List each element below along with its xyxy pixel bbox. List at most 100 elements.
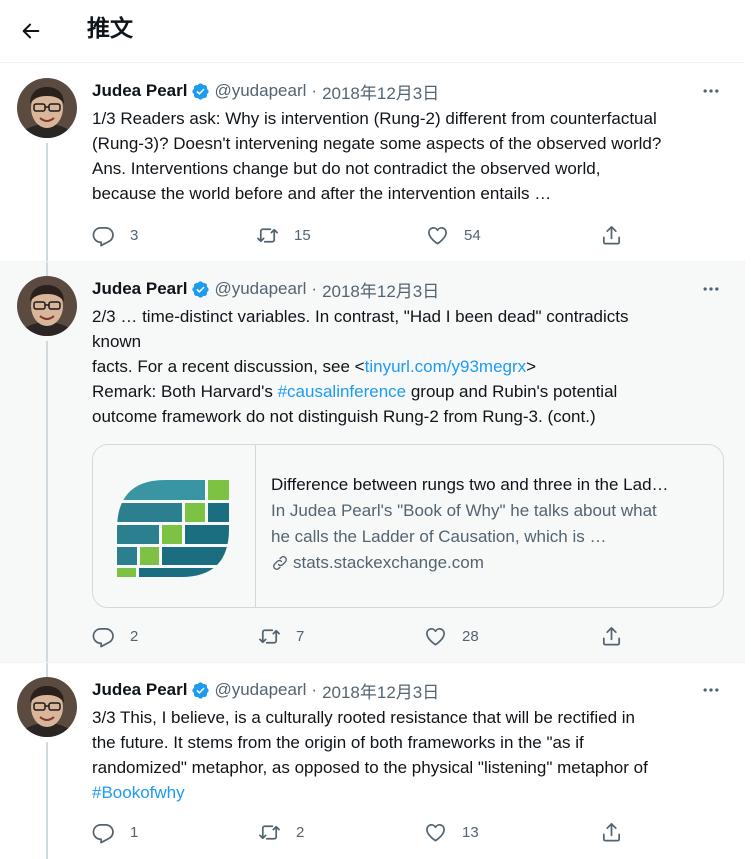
tweet-header: Judea Pearl @yudapearl · 2018年12月3日 [92,678,723,702]
retweet-count: 15 [294,226,311,244]
share-icon [600,224,623,247]
avatar[interactable] [17,276,77,336]
author-name[interactable]: Judea Pearl [92,279,187,299]
back-button[interactable] [14,14,48,48]
author-handle[interactable]: @yudapearl [214,680,306,700]
tweet-actions: 1 2 13 [92,820,715,844]
tweet-date[interactable]: 2018年12月3日 [322,277,439,302]
thread-line [46,262,48,276]
retweet-button[interactable]: 7 [258,624,304,648]
card-title: Difference between rungs two and three i… [271,475,669,494]
reply-icon [92,625,115,648]
retweet-button[interactable]: 2 [258,820,304,844]
author-name[interactable]: Judea Pearl [92,81,187,101]
card-description: he calls the Ladder of Causation, which … [271,527,607,546]
heart-icon [424,821,447,844]
share-button[interactable] [600,223,623,247]
card-domain-text: stats.stackexchange.com [293,553,484,572]
card-domain: stats.stackexchange.com [271,550,709,576]
reply-button[interactable]: 1 [92,820,138,844]
tweet-2[interactable]: Judea Pearl @yudapearl · 2018年12月3日 2/3 … [0,261,745,663]
heart-icon [424,625,447,648]
tweet-text-line: facts. For a recent discussion, see <tin… [92,357,537,376]
separator-dot: · [311,680,318,699]
reply-count: 1 [130,823,139,841]
separator-dot: · [311,81,318,100]
thread-line [46,341,48,663]
tweet-text-line: the future. It stems from the origin of … [92,733,584,752]
tweet-text: 2/3 … time-distinct variables. In contra… [92,304,723,429]
author-handle[interactable]: @yudapearl [214,279,306,299]
reply-icon [92,821,115,844]
link-icon [271,554,289,572]
share-button[interactable] [600,820,623,844]
tweet-text-line: because the world before and after the i… [92,184,552,203]
author-handle[interactable]: @yudapearl [214,81,306,101]
more-dots-icon [701,681,721,699]
retweet-icon [258,821,281,844]
tweet-text-line: 1/3 Readers ask: Why is intervention (Ru… [92,109,657,128]
share-icon [600,821,623,844]
tweet-text: 1/3 Readers ask: Why is intervention (Ru… [92,106,723,206]
hashtag-link[interactable]: #causalinference [278,382,407,401]
verified-badge-icon [191,82,210,101]
like-button[interactable]: 54 [426,223,481,247]
hashtag-link[interactable]: #Bookofwhy [92,783,185,802]
retweet-count: 2 [296,823,305,841]
tweet-text-line: Remark: Both Harvard's #causalinference … [92,382,618,401]
like-button[interactable]: 13 [424,820,479,844]
avatar[interactable] [17,78,77,138]
like-count: 13 [462,823,479,841]
tweet-text-line: known [92,332,142,351]
tweet-text: 3/3 This, I believe, is a culturally roo… [92,705,723,805]
tweet-text-line: Ans. Interventions change but do not con… [92,159,601,178]
reply-count: 3 [130,226,139,244]
reply-count: 2 [130,627,139,645]
like-count: 54 [464,226,481,244]
verified-badge-icon [191,280,210,299]
author-name[interactable]: Judea Pearl [92,680,187,700]
more-dots-icon [701,82,721,100]
more-button[interactable] [699,81,723,101]
share-button[interactable] [600,624,623,648]
separator-dot: · [311,279,318,298]
link-preview-card[interactable]: Difference between rungs two and three i… [92,444,724,608]
more-dots-icon [701,280,721,298]
card-body: Difference between rungs two and three i… [271,472,709,576]
tweet-text-line: 3/3 This, I believe, is a culturally roo… [92,708,636,727]
more-button[interactable] [699,680,723,700]
retweet-button[interactable]: 15 [256,223,311,247]
arrow-left-icon [22,23,40,39]
tweet-actions: 3 15 54 [92,223,715,247]
thread-line [46,143,48,262]
reply-icon [92,224,115,247]
reply-button[interactable]: 3 [92,223,138,247]
tweet-header: Judea Pearl @yudapearl · 2018年12月3日 [92,277,723,301]
retweet-icon [258,625,281,648]
heart-icon [426,224,449,247]
tweet-header: Judea Pearl @yudapearl · 2018年12月3日 [92,79,723,103]
thread-line [46,663,48,677]
stackexchange-logo-icon [93,445,256,607]
more-button[interactable] [699,279,723,299]
thread-line [46,742,48,859]
tweet-text-line: randomized" metaphor, as opposed to the … [92,758,648,777]
top-header: 推文 [0,0,751,62]
tweet-text-line: (Rung-3)? Doesn't intervening negate som… [92,134,662,153]
tweet-date[interactable]: 2018年12月3日 [322,79,439,104]
like-count: 28 [462,627,479,645]
tweet-text-line: 2/3 … time-distinct variables. In contra… [92,307,629,326]
url-link[interactable]: tinyurl.com/y93megrx [365,357,527,376]
share-icon [600,625,623,648]
like-button[interactable]: 28 [424,624,479,648]
page-title: 推文 [87,16,133,42]
retweet-icon [256,224,279,247]
verified-badge-icon [191,681,210,700]
tweet-date[interactable]: 2018年12月3日 [322,678,439,703]
avatar[interactable] [17,677,77,737]
reply-button[interactable]: 2 [92,624,138,648]
tweet-1[interactable]: Judea Pearl @yudapearl · 2018年12月3日 1/3 … [0,62,745,262]
card-description: In Judea Pearl's "Book of Why" he talks … [271,501,657,520]
tweet-3[interactable]: Judea Pearl @yudapearl · 2018年12月3日 3/3 … [0,662,745,859]
tweet-text-line: outcome framework do not distinguish Run… [92,407,596,426]
